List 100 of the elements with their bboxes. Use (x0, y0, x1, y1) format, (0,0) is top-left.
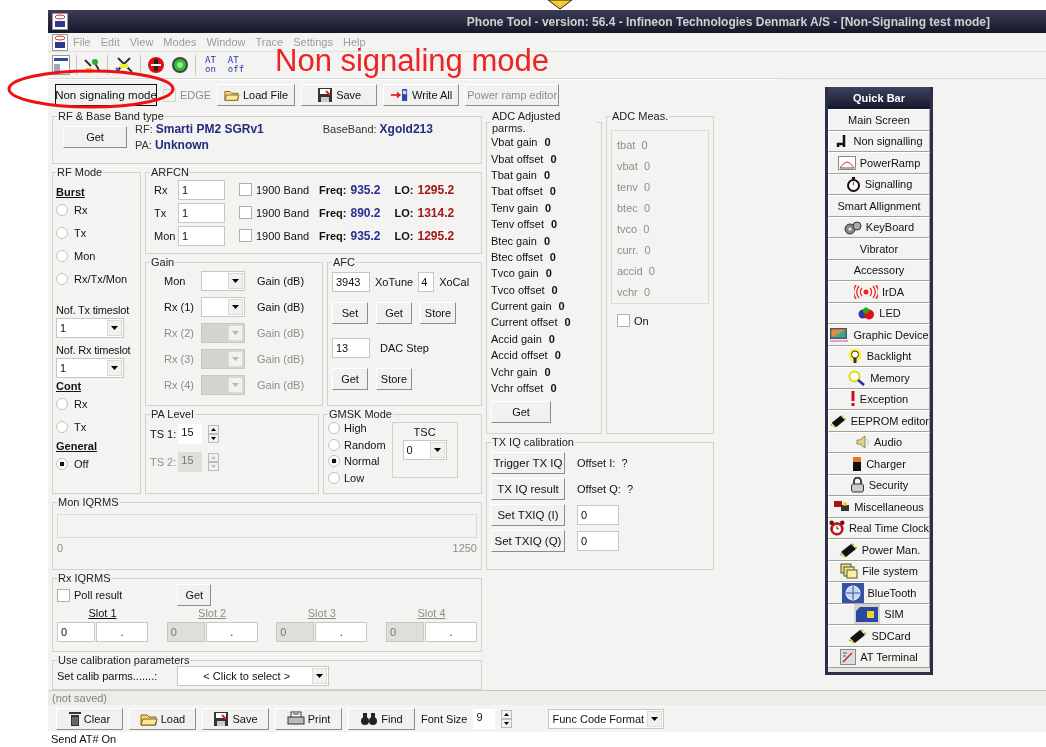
status-field: (not saved) (48, 690, 1046, 705)
checkbox[interactable]: 1900 Band (239, 229, 317, 242)
input-field[interactable]: 0 (57, 622, 95, 642)
radio-button[interactable]: Rx/Tx/Mon (56, 267, 137, 290)
gears-icon (843, 219, 862, 235)
load-file-button[interactable]: Load File (217, 84, 296, 106)
store-button[interactable]: Store (420, 302, 456, 324)
caret-icon (228, 377, 243, 393)
target-icon[interactable] (171, 56, 189, 74)
input-field[interactable]: 3943 (332, 272, 370, 292)
toolbar-button[interactable]: AT off (224, 56, 248, 74)
trash-icon (68, 710, 81, 727)
quick-bar-item[interactable]: SIM (828, 603, 930, 625)
find-button[interactable]: Find (348, 707, 415, 730)
group-title: PA Level (150, 408, 195, 420)
field-label: Tbat gain (491, 168, 537, 181)
radio-button[interactable]: Mon (56, 244, 137, 267)
app-icon (52, 13, 68, 30)
terminal-icon (840, 649, 857, 666)
quick-bar-item[interactable]: Memory (828, 367, 930, 389)
get-button[interactable]: Get (491, 401, 551, 424)
radio-button[interactable]: Normal (328, 453, 386, 470)
quick-bar-item[interactable]: Backlight (828, 345, 930, 367)
dropdown[interactable]: 1 (56, 358, 124, 378)
save-button[interactable]: Save (202, 707, 269, 730)
quick-bar-item[interactable]: Audio (828, 431, 930, 453)
checkbox[interactable]: 1900 Band (239, 206, 317, 219)
wrench-icon[interactable] (114, 56, 134, 74)
mode-button[interactable]: Non signaling mode (55, 84, 157, 106)
quick-bar-item[interactable]: Power Man. (828, 539, 930, 561)
set-button[interactable]: Set TXIQ (Q) (491, 530, 565, 552)
input-field[interactable]: 0 (577, 505, 619, 525)
load-button[interactable]: Load (129, 707, 196, 730)
radio-button[interactable]: Tx (56, 221, 137, 244)
input-field[interactable]: 0 (577, 531, 619, 551)
quick-bar-item[interactable]: EEPROM editor (828, 410, 930, 432)
input-field[interactable]: 1 (178, 225, 225, 246)
checkbox[interactable]: Poll result (57, 588, 123, 602)
quick-bar-item[interactable]: Signalling (828, 173, 930, 195)
print-button[interactable]: Print (275, 707, 342, 730)
quick-bar-item[interactable]: PowerRamp (828, 152, 930, 174)
quick-bar-item[interactable]: Security (828, 474, 930, 496)
quick-bar-item[interactable]: Vibrator (828, 238, 930, 260)
field-value: 0 (548, 332, 555, 345)
radio-button[interactable]: Low (328, 469, 386, 486)
quick-bar-item[interactable]: IrDA (828, 281, 930, 303)
toolbar-button[interactable]: AT on (202, 56, 219, 74)
clear-button[interactable]: Clear (56, 707, 123, 730)
group-title: RF & Base Band type (57, 110, 165, 122)
quick-bar-item[interactable]: BlueTooth (828, 582, 930, 604)
radio-button[interactable]: Off (56, 452, 137, 475)
checkbox[interactable]: 1900 Band (239, 183, 317, 196)
quick-bar-item[interactable]: Miscellaneous (828, 496, 930, 518)
input-field[interactable]: 1 (178, 179, 225, 200)
radio-button[interactable]: Rx (56, 198, 137, 221)
radio-button[interactable]: High (328, 420, 386, 437)
quick-bar-item[interactable]: LED (828, 302, 930, 324)
trigger-button[interactable]: Trigger TX IQ (491, 452, 565, 474)
radio-button[interactable]: Random (328, 436, 386, 453)
group-title: GMSK Mode (328, 408, 393, 420)
field-label: LO: (394, 229, 414, 242)
quick-bar-item[interactable]: Graphic Device (828, 324, 930, 346)
quick-bar-item[interactable]: Exception (828, 388, 930, 410)
set-button[interactable]: Set TXIQ (I) (491, 504, 565, 526)
quick-bar-item[interactable]: SDCard (828, 625, 930, 647)
quick-bar-item[interactable]: Non signalling (828, 130, 930, 152)
result-button[interactable]: TX IQ result (491, 478, 565, 500)
app-icon (52, 33, 68, 51)
stop-icon[interactable] (147, 56, 165, 74)
field-label: Tenv gain (491, 201, 539, 214)
quick-bar-item[interactable]: Main Screen (828, 109, 930, 131)
dropdown[interactable]: Func Code Format (548, 708, 665, 729)
dropdown[interactable]: < Click to select > (177, 666, 330, 686)
quick-bar-item[interactable]: Real Time Clock (828, 517, 930, 539)
stopwatch-icon (845, 176, 861, 192)
save-button[interactable]: Save (301, 84, 378, 106)
get-button[interactable]: Get (332, 368, 368, 390)
dropdown[interactable]: 0 (402, 440, 447, 460)
radio-button[interactable]: Tx (56, 415, 137, 438)
get-button[interactable]: Get (177, 584, 212, 606)
quick-bar-item[interactable]: File system (828, 560, 930, 582)
set-button[interactable]: Set (332, 302, 368, 324)
quick-bar-item[interactable]: Charger (828, 453, 930, 475)
get-button[interactable]: Get (63, 126, 127, 148)
input-field[interactable]: 4 (418, 272, 435, 292)
store-button[interactable]: Store (376, 368, 412, 390)
write-all-button[interactable]: Write All (383, 84, 460, 106)
quick-bar-item[interactable]: Accessory (828, 259, 930, 281)
field-value: 0 (558, 300, 565, 313)
quick-bar-item[interactable]: AT Terminal (828, 646, 930, 668)
get-button[interactable]: Get (376, 302, 412, 324)
dropdown[interactable]: 1 (56, 318, 124, 338)
field-value: 0 (543, 234, 550, 247)
input-field[interactable]: . (96, 622, 148, 642)
field-value: 0 (544, 365, 551, 378)
quick-bar-item[interactable]: Smart Allignment (828, 195, 930, 217)
quick-bar-item[interactable]: KeyBoard (828, 216, 930, 238)
input-field[interactable]: 1 (178, 202, 225, 223)
radio-button[interactable]: Rx (56, 392, 137, 415)
input-field[interactable]: 13 (332, 338, 370, 358)
